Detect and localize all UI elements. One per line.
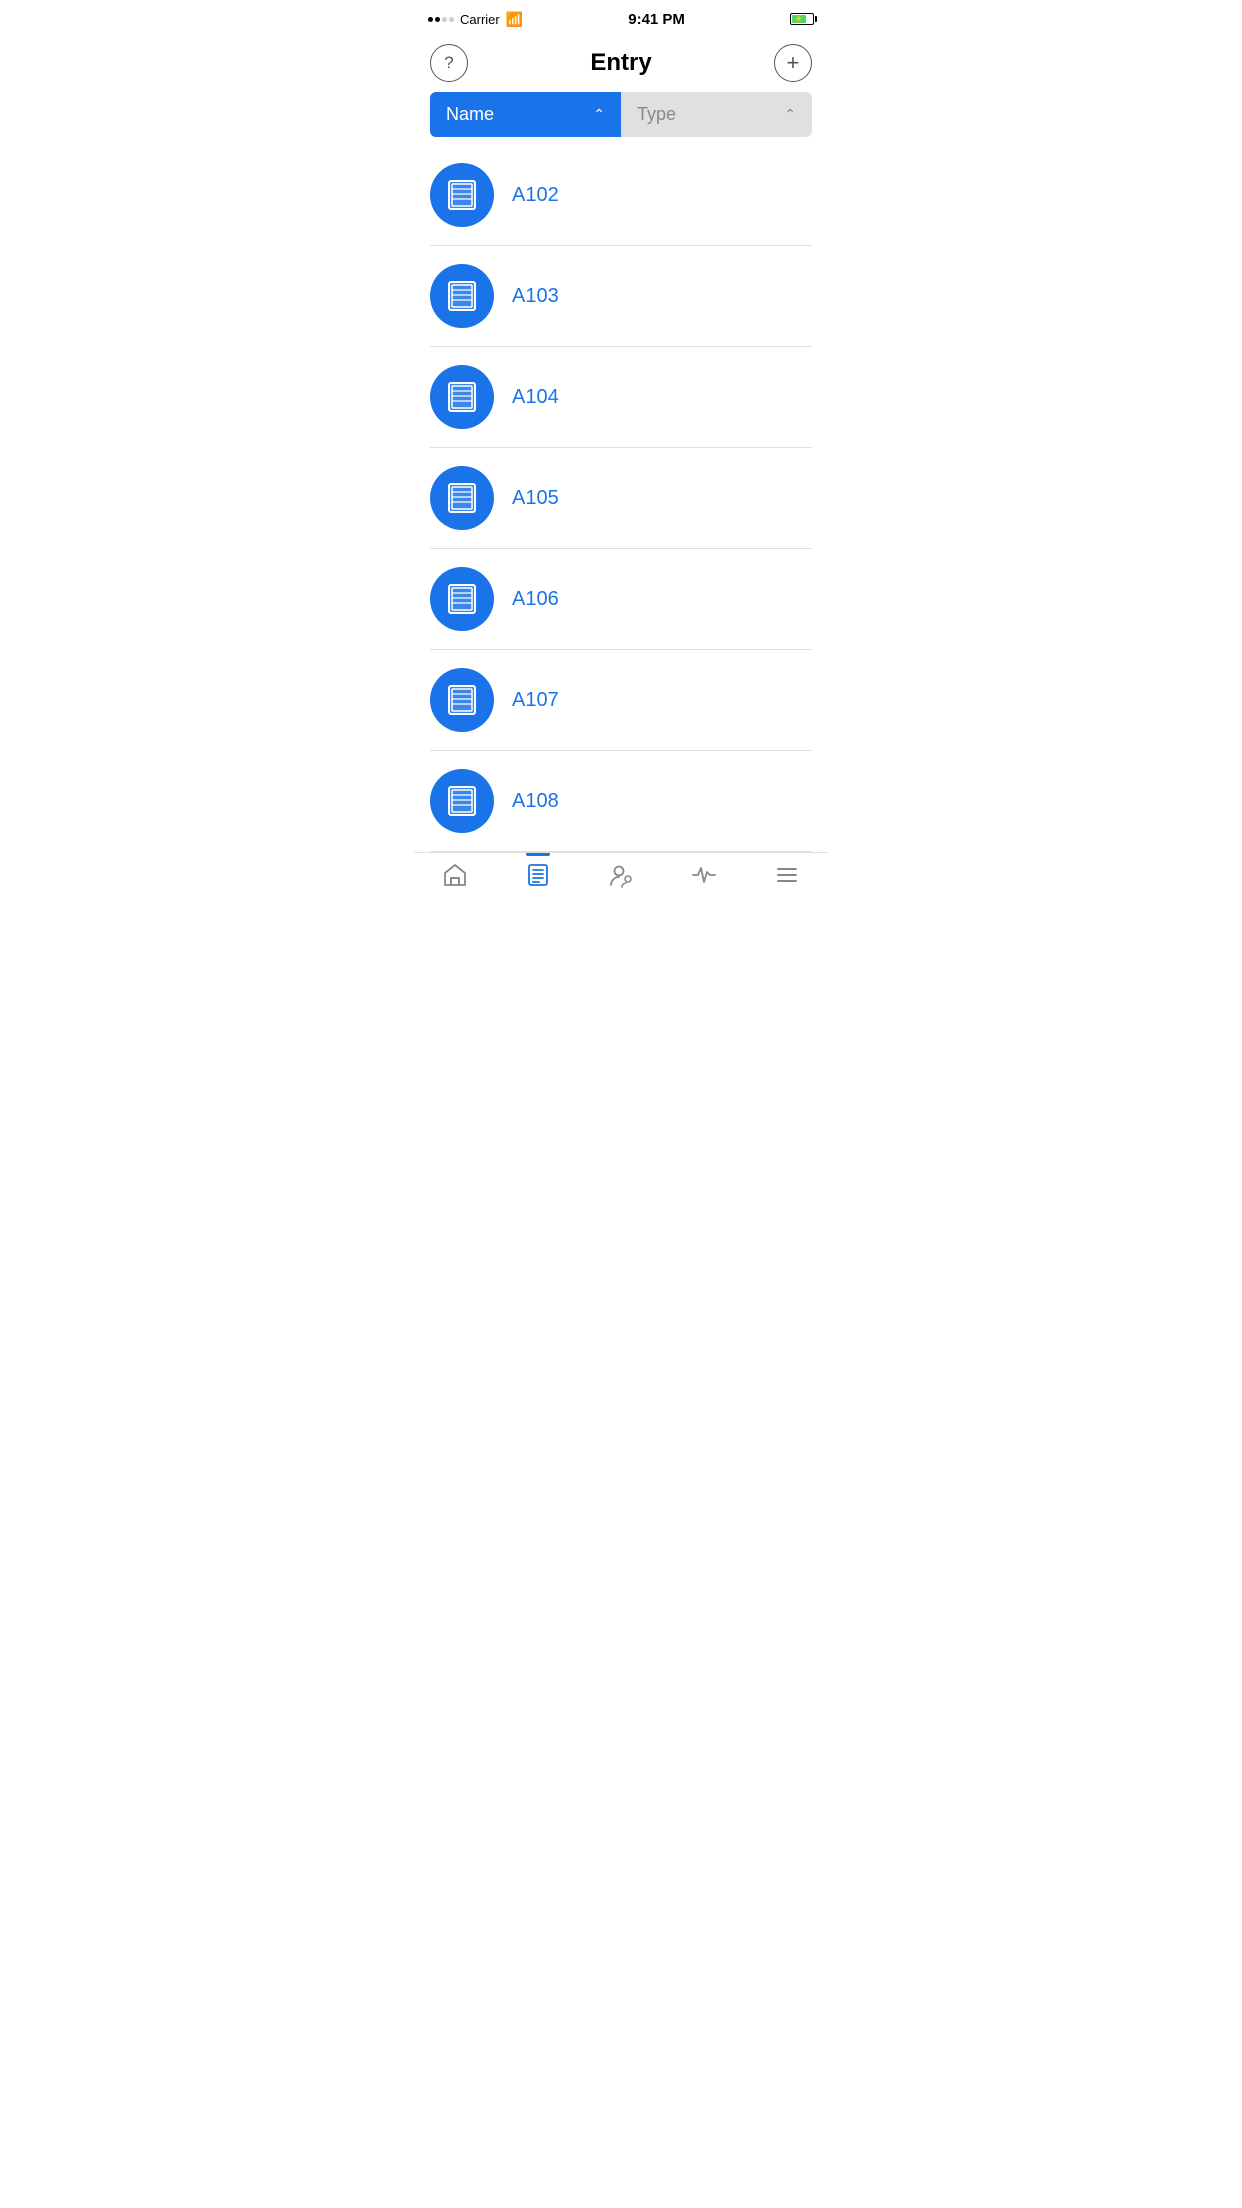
tab-activity[interactable] (662, 861, 745, 889)
list-item[interactable]: A102 (430, 145, 812, 246)
entries-icon (524, 861, 552, 889)
battery-icon: ⚡ (790, 13, 814, 25)
door-icon (444, 783, 480, 819)
sort-name-label: Name (446, 104, 494, 125)
sort-row: Name ⌃ Type ⌃ (414, 92, 828, 145)
sort-name-chevron-icon: ⌃ (593, 106, 605, 123)
help-button[interactable]: ? (430, 44, 468, 82)
add-icon: + (787, 52, 800, 74)
tab-users[interactable] (580, 861, 663, 889)
page-title: Entry (590, 49, 651, 77)
entry-label: A105 (512, 487, 559, 510)
entry-icon (430, 365, 494, 429)
status-left: Carrier 📶 (428, 11, 523, 28)
home-icon (441, 861, 469, 889)
help-icon: ? (444, 53, 453, 73)
entry-list: A102 A103 A104 A105 (414, 145, 828, 852)
menu-icon (773, 861, 801, 889)
tab-bar (414, 852, 828, 899)
door-icon (444, 581, 480, 617)
wifi-icon: 📶 (506, 11, 523, 28)
header: ? Entry + (414, 36, 828, 92)
sort-type-label: Type (637, 104, 676, 125)
list-item[interactable]: A104 (430, 347, 812, 448)
list-item[interactable]: A103 (430, 246, 812, 347)
entry-label: A104 (512, 386, 559, 409)
sort-type-chevron-icon: ⌃ (784, 106, 796, 123)
door-icon (444, 278, 480, 314)
list-item[interactable]: A107 (430, 650, 812, 751)
active-tab-indicator (526, 853, 550, 856)
tab-menu[interactable] (745, 861, 828, 889)
entry-icon (430, 668, 494, 732)
status-right: ⚡ (790, 13, 814, 25)
users-icon (607, 861, 635, 889)
entry-icon (430, 769, 494, 833)
entry-icon (430, 264, 494, 328)
entry-label: A103 (512, 285, 559, 308)
sort-type-button[interactable]: Type ⌃ (621, 92, 812, 137)
entry-label: A102 (512, 184, 559, 207)
sort-name-button[interactable]: Name ⌃ (430, 92, 621, 137)
signal-icon (428, 17, 454, 22)
entry-label: A107 (512, 689, 559, 712)
door-icon (444, 682, 480, 718)
list-item[interactable]: A106 (430, 549, 812, 650)
list-item[interactable]: A105 (430, 448, 812, 549)
door-icon (444, 480, 480, 516)
door-icon (444, 379, 480, 415)
entry-icon (430, 163, 494, 227)
activity-icon (690, 861, 718, 889)
entry-label: A108 (512, 790, 559, 813)
entry-label: A106 (512, 588, 559, 611)
add-button[interactable]: + (774, 44, 812, 82)
entry-icon (430, 567, 494, 631)
carrier-label: Carrier (460, 12, 500, 27)
status-bar: Carrier 📶 9:41 PM ⚡ (414, 0, 828, 36)
tab-entries[interactable] (497, 861, 580, 889)
door-icon (444, 177, 480, 213)
status-time: 9:41 PM (628, 11, 685, 28)
tab-home[interactable] (414, 861, 497, 889)
entry-icon (430, 466, 494, 530)
list-item[interactable]: A108 (430, 751, 812, 852)
